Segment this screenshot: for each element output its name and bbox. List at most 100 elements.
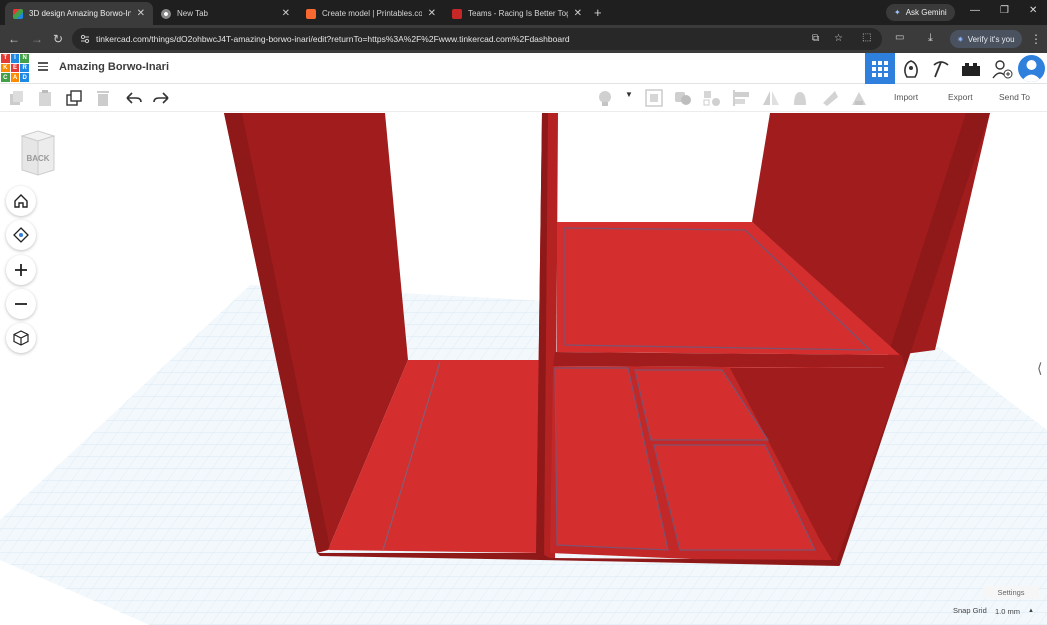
tab-title: Teams - Racing Is Better Together bbox=[468, 9, 568, 18]
brick-icon bbox=[962, 62, 980, 76]
logo-letter-tile: T bbox=[1, 54, 10, 63]
reading-mode-icon[interactable]: ▭ bbox=[895, 32, 904, 43]
duplicate-icon[interactable] bbox=[65, 89, 83, 107]
3d-scene[interactable] bbox=[0, 113, 1047, 625]
logo-letter-tile: I bbox=[10, 54, 20, 63]
lightbulb-note-icon[interactable] bbox=[596, 89, 614, 107]
ask-gemini-button[interactable]: ✦ Ask Gemini bbox=[886, 4, 955, 21]
send-to-button[interactable]: Send To bbox=[999, 92, 1030, 102]
mirror-icon[interactable] bbox=[762, 89, 780, 107]
restore-icon[interactable]: ❐ bbox=[1000, 5, 1009, 16]
align-icon[interactable] bbox=[733, 89, 751, 107]
screen: 3D design Amazing Borwo-Inari ✕ New Tab … bbox=[0, 0, 1047, 625]
tab-printables[interactable]: Create model | Printables.com ✕ bbox=[298, 2, 444, 25]
group-icon[interactable] bbox=[674, 89, 692, 107]
workplane-view-icon[interactable] bbox=[645, 89, 663, 107]
editor-toolbar: ▼ Import Export Send To bbox=[0, 84, 1047, 112]
ungroup-icon[interactable] bbox=[703, 89, 721, 107]
logo-letter-tile: E bbox=[10, 63, 20, 73]
tab-title: 3D design Amazing Borwo-Inari bbox=[29, 9, 131, 18]
logo-letter-tile: A bbox=[10, 73, 20, 82]
browser-menu-icon[interactable]: ⋮ bbox=[1030, 32, 1042, 46]
zoom-in-button[interactable] bbox=[6, 255, 36, 285]
snap-grid-select[interactable]: 1.0 mm ▲ bbox=[992, 604, 1038, 618]
browser-tab-strip: 3D design Amazing Borwo-Inari ✕ New Tab … bbox=[0, 0, 1047, 25]
design-title[interactable]: Amazing Borwo-Inari bbox=[59, 61, 169, 73]
bookmark-star-icon[interactable]: ☆ bbox=[834, 33, 843, 44]
logo-letter-tile: K bbox=[1, 63, 10, 73]
close-tab-icon[interactable]: ✕ bbox=[137, 8, 145, 19]
tab-tinkercad-design[interactable]: 3D design Amazing Borwo-Inari ✕ bbox=[5, 2, 153, 25]
printables-icon bbox=[306, 8, 316, 19]
copy-icon[interactable] bbox=[7, 89, 25, 107]
snap-grid-chevron-icon: ▲ bbox=[1028, 608, 1034, 614]
workplane-viewport[interactable] bbox=[0, 113, 1047, 625]
download-icon[interactable]: ⤓ bbox=[928, 32, 933, 45]
cube-icon bbox=[13, 330, 29, 346]
new-tab-button[interactable]: + bbox=[594, 5, 602, 20]
snap-grid-value: 1.0 mm bbox=[995, 606, 1021, 616]
ruler-icon[interactable] bbox=[821, 89, 839, 107]
snap-grid-label: Snap Grid bbox=[953, 606, 987, 615]
import-button[interactable]: Import bbox=[894, 92, 918, 102]
logo-letter-tile: C bbox=[1, 73, 10, 82]
export-button[interactable]: Export bbox=[948, 92, 973, 102]
tab-new-tab[interactable]: New Tab ✕ bbox=[153, 2, 298, 25]
sim-lab-button[interactable] bbox=[896, 53, 926, 84]
view-cube[interactable]: BACK bbox=[18, 130, 58, 176]
panel-collapse-chevron-icon[interactable]: ⟨ bbox=[1037, 360, 1042, 377]
settings-button[interactable]: Settings bbox=[983, 586, 1039, 599]
blocks-button[interactable] bbox=[926, 53, 956, 84]
note-dropdown-chevron-icon[interactable]: ▼ bbox=[625, 90, 633, 99]
redo-icon[interactable] bbox=[153, 89, 171, 107]
perspective-toggle-button[interactable] bbox=[6, 323, 36, 353]
logo-letter-tile: N bbox=[20, 54, 29, 63]
tinkercad-logo[interactable]: TIN KER CAD bbox=[1, 54, 29, 82]
reload-icon[interactable]: ↻ bbox=[53, 32, 63, 46]
teams-racing-icon bbox=[452, 8, 462, 19]
verify-badge-icon: ✷ bbox=[957, 34, 964, 44]
bricks-button[interactable] bbox=[956, 53, 986, 84]
tab-teams-racing[interactable]: Teams - Racing Is Better Together ✕ bbox=[444, 2, 590, 25]
plus-icon bbox=[15, 264, 27, 276]
delete-icon[interactable] bbox=[94, 89, 112, 107]
grid-view-icon bbox=[872, 60, 888, 77]
close-tab-icon[interactable]: ✕ bbox=[282, 8, 290, 19]
3d-design-view-button[interactable] bbox=[865, 53, 895, 84]
paste-icon[interactable] bbox=[36, 89, 54, 107]
verify-label: Verify it's you bbox=[967, 34, 1015, 44]
install-app-icon[interactable]: ⧉ bbox=[812, 33, 819, 44]
user-avatar-icon bbox=[1021, 60, 1042, 82]
view-cube-label: BACK bbox=[26, 154, 49, 163]
share-invite-button[interactable] bbox=[987, 53, 1017, 84]
home-icon bbox=[14, 194, 28, 208]
home-view-button[interactable] bbox=[6, 186, 36, 216]
forward-arrow-icon[interactable]: → bbox=[31, 32, 43, 46]
site-info-icon[interactable] bbox=[80, 34, 90, 44]
sim-lab-icon bbox=[904, 59, 918, 78]
close-tab-icon[interactable]: ✕ bbox=[428, 8, 436, 19]
browser-toolbar: ← → ↻ tinkercad.com/things/dO2ohbwcJ4T-a… bbox=[0, 25, 1047, 53]
pickaxe-icon bbox=[933, 60, 949, 77]
address-bar[interactable]: tinkercad.com/things/dO2ohbwcJ4T-amazing… bbox=[72, 28, 882, 50]
logo-letter-tile: R bbox=[20, 63, 29, 73]
undo-icon[interactable] bbox=[124, 89, 142, 107]
add-user-icon bbox=[992, 59, 1013, 78]
tab-title: Create model | Printables.com bbox=[322, 9, 422, 18]
minus-icon bbox=[15, 303, 27, 305]
extensions-icon[interactable]: ⬚ bbox=[862, 32, 871, 43]
design-menu-icon[interactable] bbox=[38, 62, 48, 71]
close-tab-icon[interactable]: ✕ bbox=[574, 8, 582, 19]
shape-generator-icon[interactable] bbox=[850, 89, 868, 107]
cruise-icon[interactable] bbox=[791, 89, 809, 107]
fit-view-button[interactable] bbox=[6, 220, 36, 250]
verify-profile-button[interactable]: ✷ Verify it's you bbox=[950, 30, 1022, 48]
avatar[interactable] bbox=[1018, 55, 1045, 82]
gemini-sparkle-icon: ✦ bbox=[894, 8, 901, 17]
chrome-icon bbox=[161, 8, 171, 19]
minimize-icon[interactable]: — bbox=[970, 5, 980, 16]
back-arrow-icon[interactable]: ← bbox=[8, 32, 20, 46]
zoom-out-button[interactable] bbox=[6, 289, 36, 319]
window-close-icon[interactable]: ✕ bbox=[1029, 5, 1037, 16]
tinkercad-favicon-icon bbox=[13, 8, 23, 19]
